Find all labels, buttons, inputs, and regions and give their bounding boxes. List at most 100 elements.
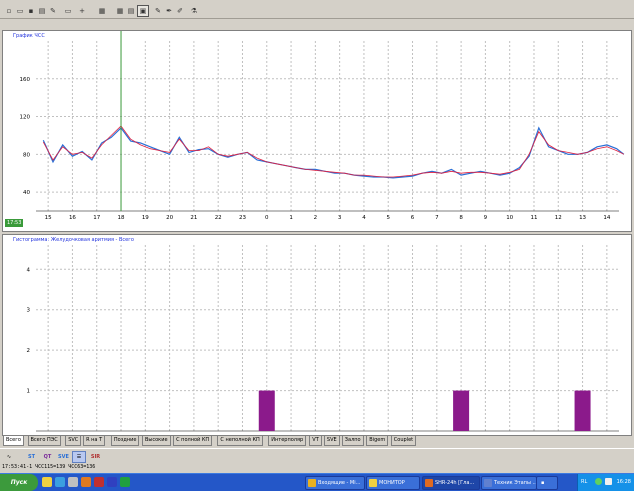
- taskbar-item-1[interactable]: МОНИТОР: [366, 476, 420, 490]
- taskbar: Пуск Входящие - Mi... МОНИТОР SHR-24h [Гла…: [0, 473, 634, 491]
- tab-7[interactable]: С неполной КП: [217, 436, 263, 446]
- hr-chart-panel: График ЧСС 15 16 17 18 19 20 21 22 23 0 1 2 3 4 5 6 7 8 9 1…: [2, 30, 632, 232]
- hr-y-tick: 80: [23, 152, 30, 158]
- media-quicklaunch-icon[interactable]: [94, 477, 104, 487]
- hr-x-tick: 4: [362, 215, 366, 221]
- hr-x-tick: 22: [215, 215, 222, 221]
- hr-x-tick: 0: [265, 215, 269, 221]
- hist-y-tick: 3: [27, 308, 31, 314]
- taskbar-item-label: Входящие - Mi...: [318, 480, 361, 486]
- histogram-chart[interactable]: 1516171819202122230123456789101112131412…: [3, 235, 631, 435]
- taskbar-item-3[interactable]: Техник Этапы ...: [481, 476, 537, 490]
- hr-x-tick: 12: [555, 215, 562, 221]
- brush-icon[interactable]: ✐: [174, 5, 186, 17]
- taskbar-item-label: Техник Этапы ...: [494, 480, 537, 486]
- start-button[interactable]: Пуск: [0, 474, 38, 491]
- time-badge: 17:53: [5, 219, 24, 227]
- hr-x-tick: 16: [69, 215, 76, 221]
- flask-icon[interactable]: ⚗: [188, 5, 200, 17]
- bottom-toolbar: ∿ ST QT SVE SIR ☰: [0, 448, 634, 463]
- tab-5[interactable]: Высокие: [142, 436, 171, 446]
- hr-x-tick: 21: [190, 215, 197, 221]
- hr-y-tick: 120: [20, 115, 31, 121]
- network-tray-icon[interactable]: [595, 478, 602, 485]
- hr-y-tick: 160: [20, 77, 31, 83]
- hist-y-tick: 4: [27, 267, 31, 273]
- hist-y-tick: 2: [27, 348, 31, 354]
- hr-chart[interactable]: 15 16 17 18 19 20 21 22 23 0 1 2 3 4 5 6 7 8 9 10 11 12 13 1440…: [3, 31, 631, 231]
- tab-9[interactable]: VT: [309, 436, 322, 446]
- taskbar-app-icon: [484, 479, 492, 487]
- taskbar-app-icon: [308, 479, 316, 487]
- taskbar-item-label: SHR-24h [Гла...: [435, 480, 475, 486]
- paint-icon[interactable]: ✎: [47, 5, 59, 17]
- list-icon[interactable]: ▤: [125, 5, 137, 17]
- tab-8[interactable]: Интерполяр: [268, 436, 307, 446]
- hr-x-tick: 15: [45, 215, 52, 221]
- window-icon[interactable]: ▣: [137, 5, 149, 17]
- hr-x-tick: 13: [579, 215, 586, 221]
- hr-x-tick: 20: [166, 215, 173, 221]
- bottom-button-sve[interactable]: SVE: [56, 451, 71, 463]
- tab-3[interactable]: R на T: [83, 436, 106, 446]
- hist-y-tick: 1: [27, 389, 31, 395]
- taskbar-group-button[interactable]: ▪: [536, 476, 558, 490]
- waveform-icon[interactable]: ∿: [3, 451, 15, 463]
- tab-4[interactable]: Поздние: [110, 436, 140, 446]
- rect-icon[interactable]: ▭: [62, 5, 74, 17]
- explorer-quicklaunch-icon[interactable]: [42, 477, 52, 487]
- list-view-icon[interactable]: ☰: [72, 451, 86, 463]
- taskbar-item-0[interactable]: Входящие - Mi...: [305, 476, 365, 490]
- hist-bar-8: [453, 390, 470, 431]
- tab-6[interactable]: С полной КП: [173, 436, 213, 446]
- status-line: 17:53:41-1 ЧСС115=139 ЧСС63=136: [0, 463, 634, 472]
- hr-x-tick: 7: [435, 215, 439, 221]
- bottom-button-sir[interactable]: SIR: [88, 451, 103, 463]
- bottom-button-qt[interactable]: QT: [40, 451, 55, 463]
- system-tray: RL 16:28: [577, 474, 634, 491]
- hr-x-tick: 17: [93, 215, 100, 221]
- tab-10[interactable]: SVE: [323, 436, 340, 446]
- tab-0[interactable]: Всего: [3, 436, 24, 446]
- hr-x-tick: 23: [239, 215, 246, 221]
- hr-x-tick: 10: [506, 215, 513, 221]
- plus-icon[interactable]: +: [76, 5, 88, 17]
- main-toolbar: ▫ ▭ ▪ ▤ ✎ ▭ + ▦ ▦ ▤ ▣ ✎ ✒ ✐ ⚗: [0, 4, 634, 19]
- hr-x-tick: 8: [459, 215, 463, 221]
- category-tabs: Всего Всего ПЭС SVC R на T Поздние Высокие С п…: [3, 436, 417, 446]
- hist-bar-13: [574, 390, 591, 431]
- bottom-button-st[interactable]: ST: [24, 451, 39, 463]
- volume-tray-icon[interactable]: [605, 478, 612, 485]
- app-quicklaunch-icon[interactable]: [81, 477, 91, 487]
- taskbar-app-icon: [369, 479, 377, 487]
- desktop-quicklaunch-icon[interactable]: [68, 477, 78, 487]
- hr-x-tick: 5: [386, 215, 390, 221]
- word-quicklaunch-icon[interactable]: [107, 477, 117, 487]
- clock: 16:28: [616, 479, 631, 485]
- tab-11[interactable]: Залпо: [341, 436, 364, 446]
- taskbar-item-label: МОНИТОР: [379, 480, 405, 486]
- start-label: Пуск: [10, 479, 28, 486]
- hr-x-tick: 2: [314, 215, 318, 221]
- hr-y-tick: 40: [23, 190, 30, 196]
- histogram-panel: Гистограмма: Желудочковая аритмия - Всег…: [2, 234, 632, 436]
- hr-x-tick: 9: [484, 215, 488, 221]
- tab-12[interactable]: Bigem: [366, 436, 389, 446]
- hr-x-tick: 18: [118, 215, 125, 221]
- tab-13[interactable]: Couplet: [390, 436, 417, 446]
- tab-2[interactable]: SVC: [65, 436, 82, 446]
- hist-bar-0: [258, 390, 275, 431]
- taskbar-app-icon: [425, 479, 433, 487]
- hr-x-tick: 14: [603, 215, 610, 221]
- tab-1[interactable]: Всего ПЭС: [27, 436, 61, 446]
- taskbar-item-2[interactable]: SHR-24h [Гла...: [422, 476, 480, 490]
- table-icon[interactable]: ▦: [96, 5, 108, 17]
- excel-quicklaunch-icon[interactable]: [120, 477, 130, 487]
- hr-x-tick: 6: [411, 215, 415, 221]
- hr-x-tick: 1: [289, 215, 293, 221]
- hr-x-tick: 19: [142, 215, 149, 221]
- hr-x-tick: 3: [338, 215, 342, 221]
- tray-lang[interactable]: RL: [581, 479, 587, 485]
- hr-x-tick: 11: [530, 215, 537, 221]
- ie-quicklaunch-icon[interactable]: [55, 477, 65, 487]
